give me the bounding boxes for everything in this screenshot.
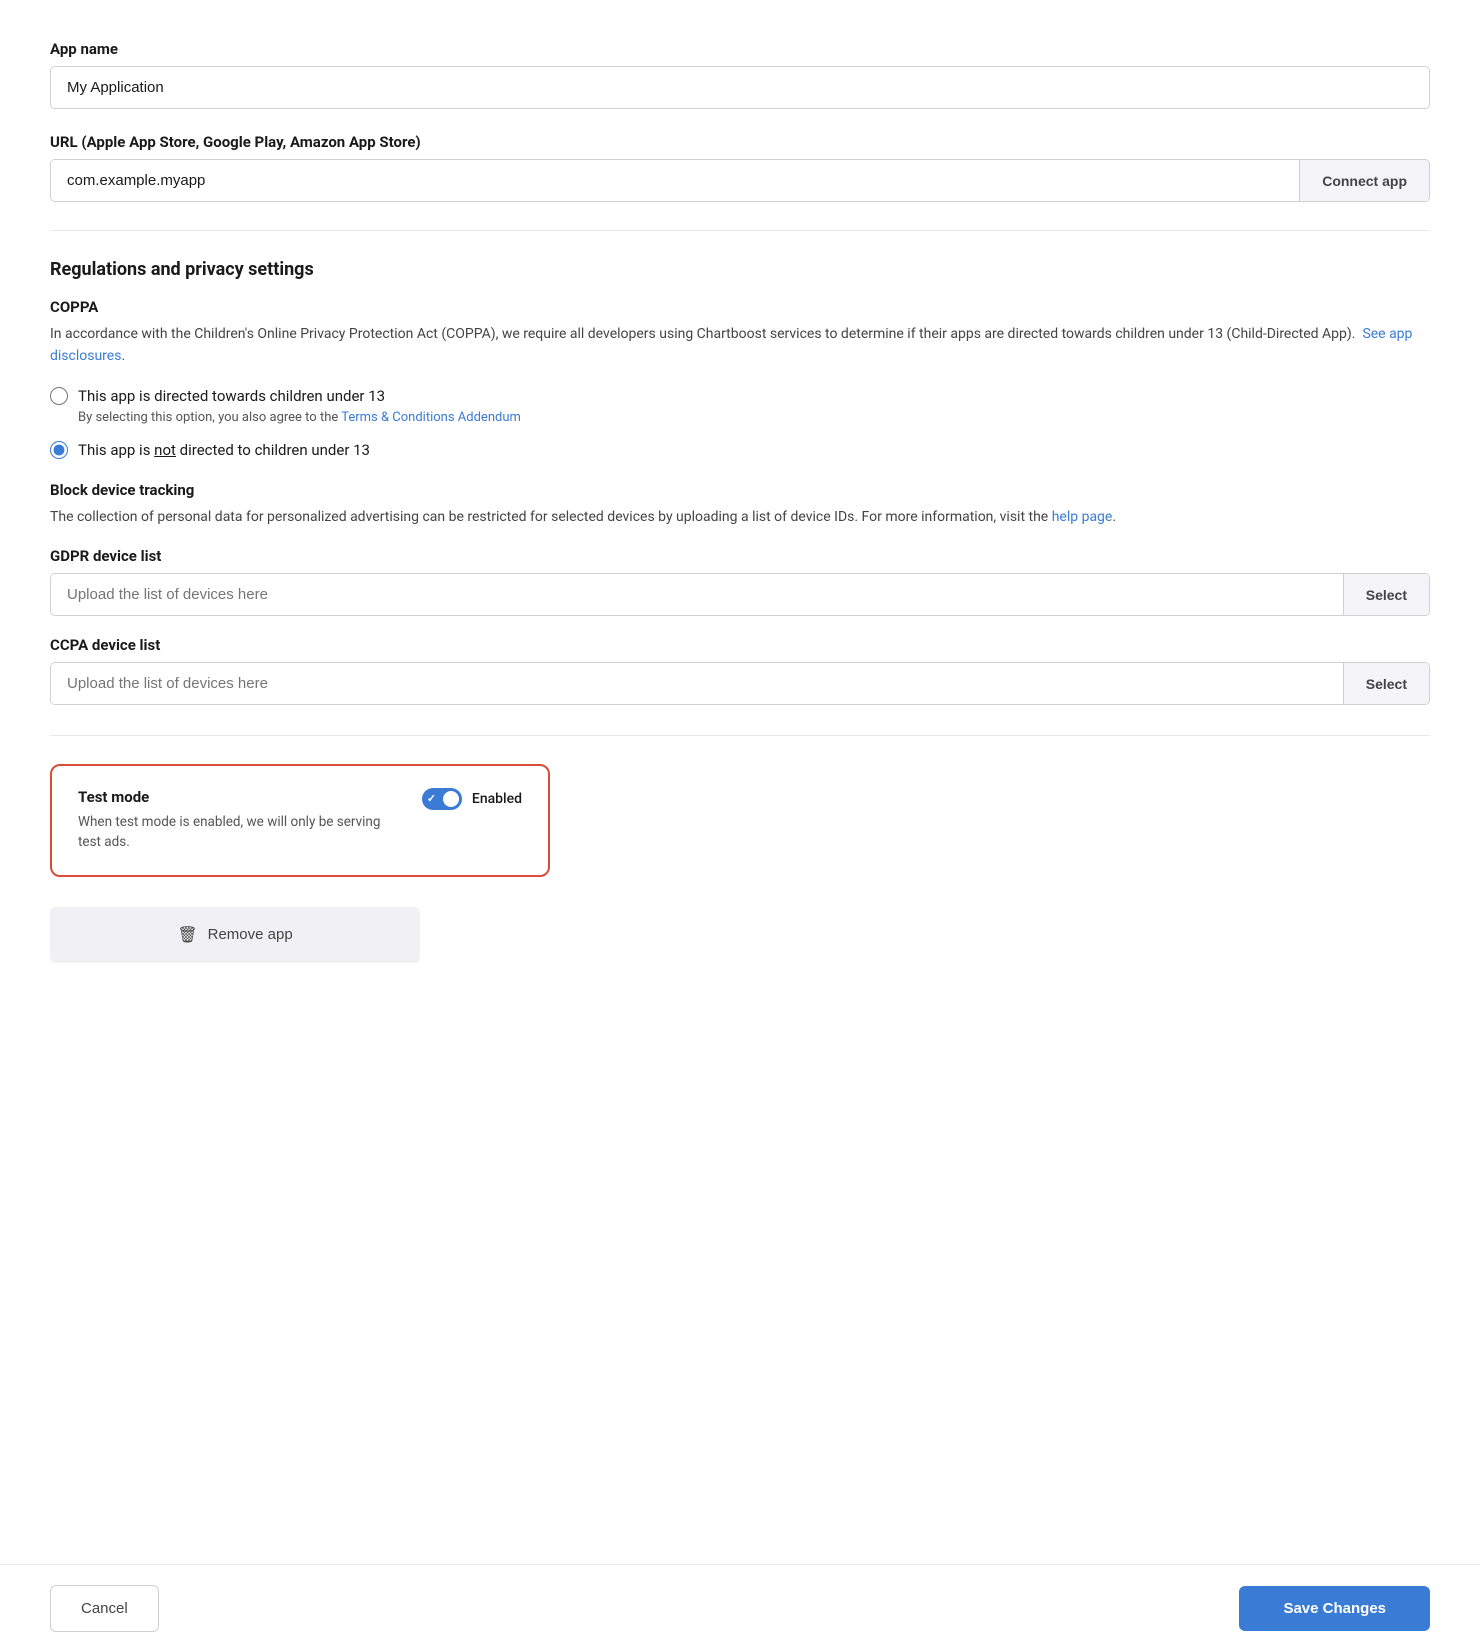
connect-app-button[interactable]: Connect app: [1299, 160, 1429, 201]
block-device-tracking-description: The collection of personal data for pers…: [50, 507, 1430, 529]
url-input[interactable]: [51, 160, 1299, 201]
gdpr-label: GDPR device list: [50, 547, 1430, 565]
coppa-radio-input-2[interactable]: [50, 441, 68, 459]
coppa-title: COPPA: [50, 298, 1430, 316]
gdpr-select-button[interactable]: Select: [1343, 574, 1429, 615]
coppa-radio-sublabel-1: By selecting this option, you also agree…: [78, 410, 521, 425]
gdpr-section: GDPR device list Select: [50, 547, 1430, 616]
toggle-check-icon: ✓: [427, 792, 436, 805]
coppa-radio-input-1[interactable]: [50, 387, 68, 405]
section-divider-2: [50, 735, 1430, 736]
test-mode-toggle[interactable]: ✓: [422, 788, 462, 810]
coppa-radio-option-2: This app is not directed to children und…: [50, 439, 1430, 462]
gdpr-input-container: Select: [50, 573, 1430, 616]
block-device-tracking-section: Block device tracking The collection of …: [50, 481, 1430, 529]
ccpa-label: CCPA device list: [50, 636, 1430, 654]
coppa-radio-group: This app is directed towards children un…: [50, 385, 1430, 461]
coppa-description: In accordance with the Children's Online…: [50, 324, 1430, 367]
regulations-section: Regulations and privacy settings COPPA I…: [50, 259, 1430, 705]
footer-bar: Cancel Save Changes: [0, 1564, 1480, 1652]
test-mode-content: Test mode When test mode is enabled, we …: [78, 788, 402, 853]
remove-app-button[interactable]: 🗑 Remove app: [50, 907, 420, 963]
ccpa-input[interactable]: [51, 663, 1343, 704]
coppa-radio-label-1[interactable]: This app is directed towards children un…: [78, 387, 385, 405]
block-device-tracking-title: Block device tracking: [50, 481, 1430, 499]
url-input-container: Connect app: [50, 159, 1430, 202]
test-mode-toggle-container: ✓ Enabled: [422, 788, 522, 810]
ccpa-select-button[interactable]: Select: [1343, 663, 1429, 704]
help-page-link[interactable]: help page: [1052, 509, 1113, 525]
ccpa-input-container: Select: [50, 662, 1430, 705]
test-mode-title: Test mode: [78, 788, 402, 806]
section-divider-1: [50, 230, 1430, 231]
coppa-section: COPPA In accordance with the Children's …: [50, 298, 1430, 461]
save-changes-button[interactable]: Save Changes: [1239, 1586, 1430, 1631]
url-label: URL (Apple App Store, Google Play, Amazo…: [50, 133, 1430, 151]
toggle-slider: ✓: [422, 788, 462, 810]
test-mode-box: Test mode When test mode is enabled, we …: [50, 764, 550, 877]
regulations-title: Regulations and privacy settings: [50, 259, 1430, 280]
coppa-radio-label-2[interactable]: This app is not directed to children und…: [78, 439, 370, 462]
ccpa-section: CCPA device list Select: [50, 636, 1430, 705]
app-name-group: App name: [50, 40, 1430, 109]
url-group: URL (Apple App Store, Google Play, Amazo…: [50, 133, 1430, 202]
app-name-input[interactable]: [50, 66, 1430, 109]
remove-app-label: Remove app: [208, 926, 293, 943]
test-mode-description: When test mode is enabled, we will only …: [78, 812, 402, 853]
coppa-radio-option-1: This app is directed towards children un…: [50, 385, 1430, 425]
gdpr-input[interactable]: [51, 574, 1343, 615]
terms-conditions-link[interactable]: Terms & Conditions Addendum: [341, 410, 521, 425]
cancel-button[interactable]: Cancel: [50, 1585, 159, 1632]
app-name-label: App name: [50, 40, 1430, 58]
trash-icon: 🗑: [177, 925, 197, 945]
test-mode-toggle-label: Enabled: [472, 791, 522, 807]
